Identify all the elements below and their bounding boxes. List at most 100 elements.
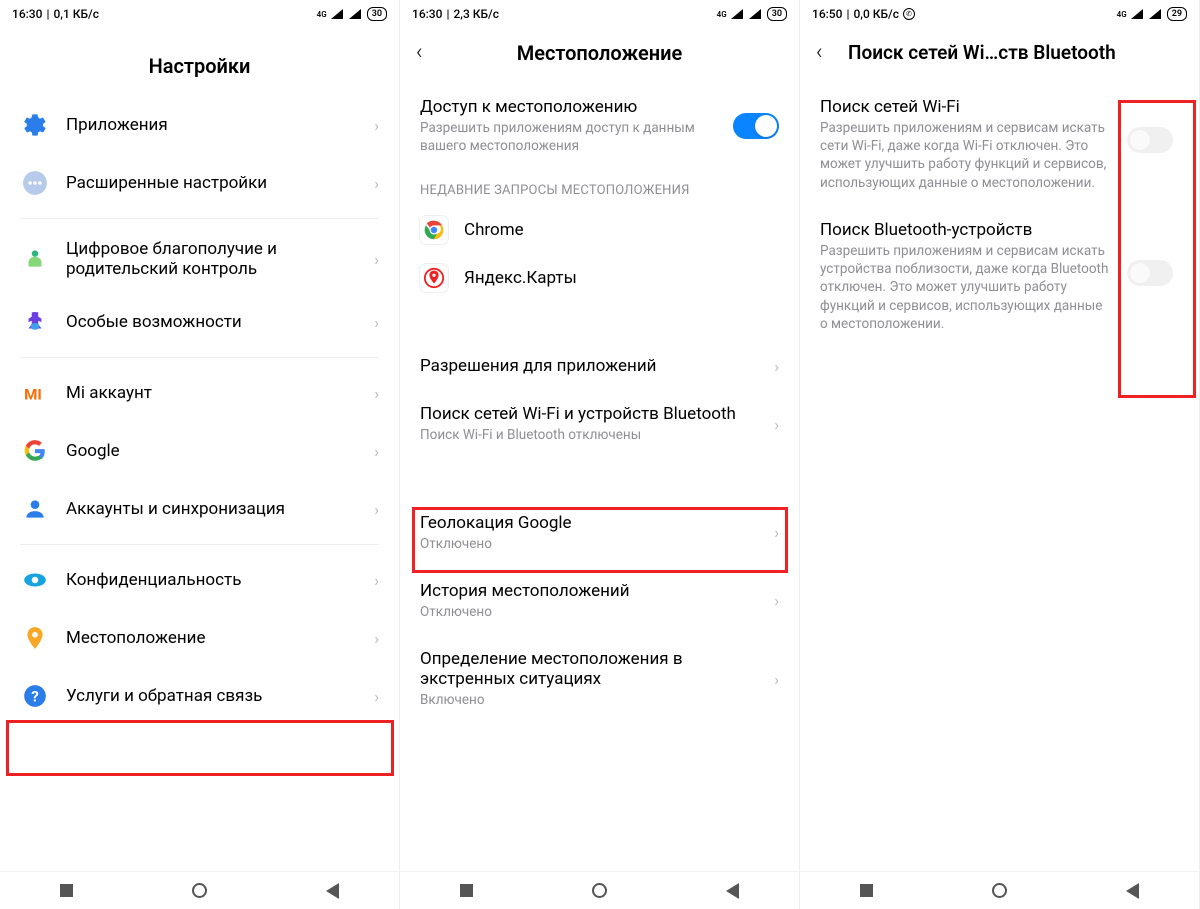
settings-item-location[interactable]: Местоположение › [0, 609, 399, 667]
item-label: Цифровое благополучие и родительский кон… [66, 239, 358, 279]
toggle-switch[interactable] [1127, 127, 1173, 153]
status-time: 16:30 [412, 7, 442, 21]
chevron-right-icon: › [774, 591, 779, 610]
item-label: Геолокация Google [420, 513, 758, 533]
item-label: Приложения [66, 115, 358, 135]
nav-recent-button[interactable] [58, 882, 76, 900]
location-history-item[interactable]: История местоположений Отключено › [400, 567, 799, 635]
battery-icon: 29 [1167, 7, 1187, 21]
mi-logo-icon: MI [20, 378, 50, 408]
settings-item-apps[interactable]: Приложения › [0, 96, 399, 154]
item-label: Расширенные настройки [66, 173, 358, 193]
item-label: Яндекс.Карты [464, 268, 779, 288]
item-label: Google [66, 441, 358, 461]
signal-4g-icon: 4G [317, 10, 327, 19]
chevron-right-icon: › [374, 116, 379, 135]
item-label: Поиск Bluetooth-устройств [820, 220, 1111, 240]
item-label: Особые возможности [66, 312, 358, 332]
nav-recent-button[interactable] [858, 882, 876, 900]
chevron-right-icon: › [374, 250, 379, 269]
nav-home-button[interactable] [991, 882, 1009, 900]
settings-item-wellbeing[interactable]: Цифровое благополучие и родительский кон… [0, 225, 399, 293]
item-subtext: Разрешить приложениям и сервисам искать … [820, 242, 1111, 333]
settings-item-mi-account[interactable]: MI Mi аккаунт › [0, 364, 399, 422]
back-button[interactable]: ‹ [816, 40, 842, 65]
signal-bars-icon [749, 9, 763, 19]
item-subtext: Отключено [420, 603, 758, 621]
item-label: Chrome [464, 220, 779, 240]
chevron-right-icon: › [374, 571, 379, 590]
page-title: Поиск сетей Wi…ств Bluetooth [842, 41, 1183, 64]
signal-4g-icon: 4G [717, 10, 727, 19]
wifi-bt-scan-item[interactable]: Поиск сетей Wi-Fi и устройств Bluetooth … [400, 390, 799, 458]
item-subtext: Поиск Wi-Fi и Bluetooth отключены [420, 426, 758, 444]
item-label: Доступ к местоположению [420, 97, 717, 117]
wellbeing-icon [20, 244, 50, 274]
android-navbar [400, 871, 799, 909]
settings-item-privacy[interactable]: Конфиденциальность › [0, 551, 399, 609]
page-title: Местоположение [442, 41, 757, 65]
status-bar: 16:30 | 0,1 КБ/с 4G 30 [0, 0, 399, 26]
item-subtext: Включено [420, 691, 758, 709]
recent-app-yandex-maps[interactable]: Яндекс.Карты [400, 254, 799, 302]
gear-icon [20, 110, 50, 140]
item-subtext: Разрешить приложениям и сервисам искать … [820, 119, 1111, 192]
nav-home-button[interactable] [591, 882, 609, 900]
chevron-right-icon: › [374, 687, 379, 706]
settings-item-advanced[interactable]: Расширенные настройки › [0, 154, 399, 212]
settings-item-feedback[interactable]: ? Услуги и обратная связь › [0, 667, 399, 725]
emergency-location-item[interactable]: Определение местоположения в экстренных … [400, 635, 799, 723]
settings-item-accounts-sync[interactable]: Аккаунты и синхронизация › [0, 480, 399, 538]
nav-back-button[interactable] [324, 882, 342, 900]
header: ‹ Поиск сетей Wi…ств Bluetooth [800, 26, 1199, 83]
toggle-switch[interactable] [1127, 260, 1173, 286]
item-subtext: Отключено [420, 535, 758, 553]
chevron-right-icon: › [374, 174, 379, 193]
whatsapp-icon: ✆ [903, 8, 915, 20]
item-label: Аккаунты и синхронизация [66, 499, 358, 519]
signal-4g-icon: 4G [1117, 10, 1127, 19]
item-label: Местоположение [66, 628, 358, 648]
dots-icon [20, 168, 50, 198]
signal-bars-icon [731, 9, 745, 19]
chevron-right-icon: › [374, 629, 379, 648]
item-label: Конфиденциальность [66, 570, 358, 590]
signal-bars-icon [349, 9, 363, 19]
nav-back-button[interactable] [724, 882, 742, 900]
page-title: Настройки [16, 54, 383, 78]
bt-scan-toggle-row[interactable]: Поиск Bluetooth-устройств Разрешить прил… [800, 206, 1199, 347]
header: ‹ Местоположение [400, 26, 799, 83]
status-speed: 0,0 КБ/с [853, 7, 899, 21]
status-time: 16:50 [812, 7, 842, 21]
app-permissions-item[interactable]: Разрешения для приложений › [400, 342, 799, 390]
toggle-switch[interactable] [733, 113, 779, 139]
section-header-recent: НЕДАВНИЕ ЗАПРОСЫ МЕСТОПОЛОЖЕНИЯ [400, 169, 799, 206]
status-bar: 16:50 | 0,0 КБ/с ✆ 4G 29 [800, 0, 1199, 26]
nav-back-button[interactable] [1124, 882, 1142, 900]
header: Настройки [0, 26, 399, 96]
yandex-maps-icon [420, 264, 448, 292]
battery-icon: 30 [767, 7, 787, 21]
svg-text:MI: MI [24, 386, 42, 404]
settings-main-screen: 16:30 | 0,1 КБ/с 4G 30 Настройки Приложе… [0, 0, 400, 909]
item-label: Поиск сетей Wi-Fi [820, 97, 1111, 117]
eye-icon [20, 565, 50, 595]
location-access-toggle-row[interactable]: Доступ к местоположению Разрешить прилож… [400, 83, 799, 169]
location-pin-icon [20, 623, 50, 653]
settings-item-google[interactable]: Google › [0, 422, 399, 480]
svg-text:?: ? [31, 687, 39, 705]
nav-recent-button[interactable] [458, 882, 476, 900]
settings-item-accessibility[interactable]: Особые возможности › [0, 293, 399, 351]
battery-icon: 30 [367, 7, 387, 21]
chevron-right-icon: › [774, 415, 779, 434]
location-settings-screen: 16:30 | 2,3 КБ/с 4G 30 ‹ Местоположение … [400, 0, 800, 909]
accessibility-icon [20, 307, 50, 337]
wifi-scan-toggle-row[interactable]: Поиск сетей Wi-Fi Разрешить приложениям … [800, 83, 1199, 206]
back-button[interactable]: ‹ [416, 40, 442, 65]
status-speed: 0,1 КБ/с [53, 7, 99, 21]
signal-bars-icon [1149, 9, 1163, 19]
nav-home-button[interactable] [191, 882, 209, 900]
wifi-bt-scan-screen: 16:50 | 0,0 КБ/с ✆ 4G 29 ‹ Поиск сетей W… [800, 0, 1200, 909]
recent-app-chrome[interactable]: Chrome [400, 206, 799, 254]
google-geolocation-item[interactable]: Геолокация Google Отключено › [400, 499, 799, 567]
